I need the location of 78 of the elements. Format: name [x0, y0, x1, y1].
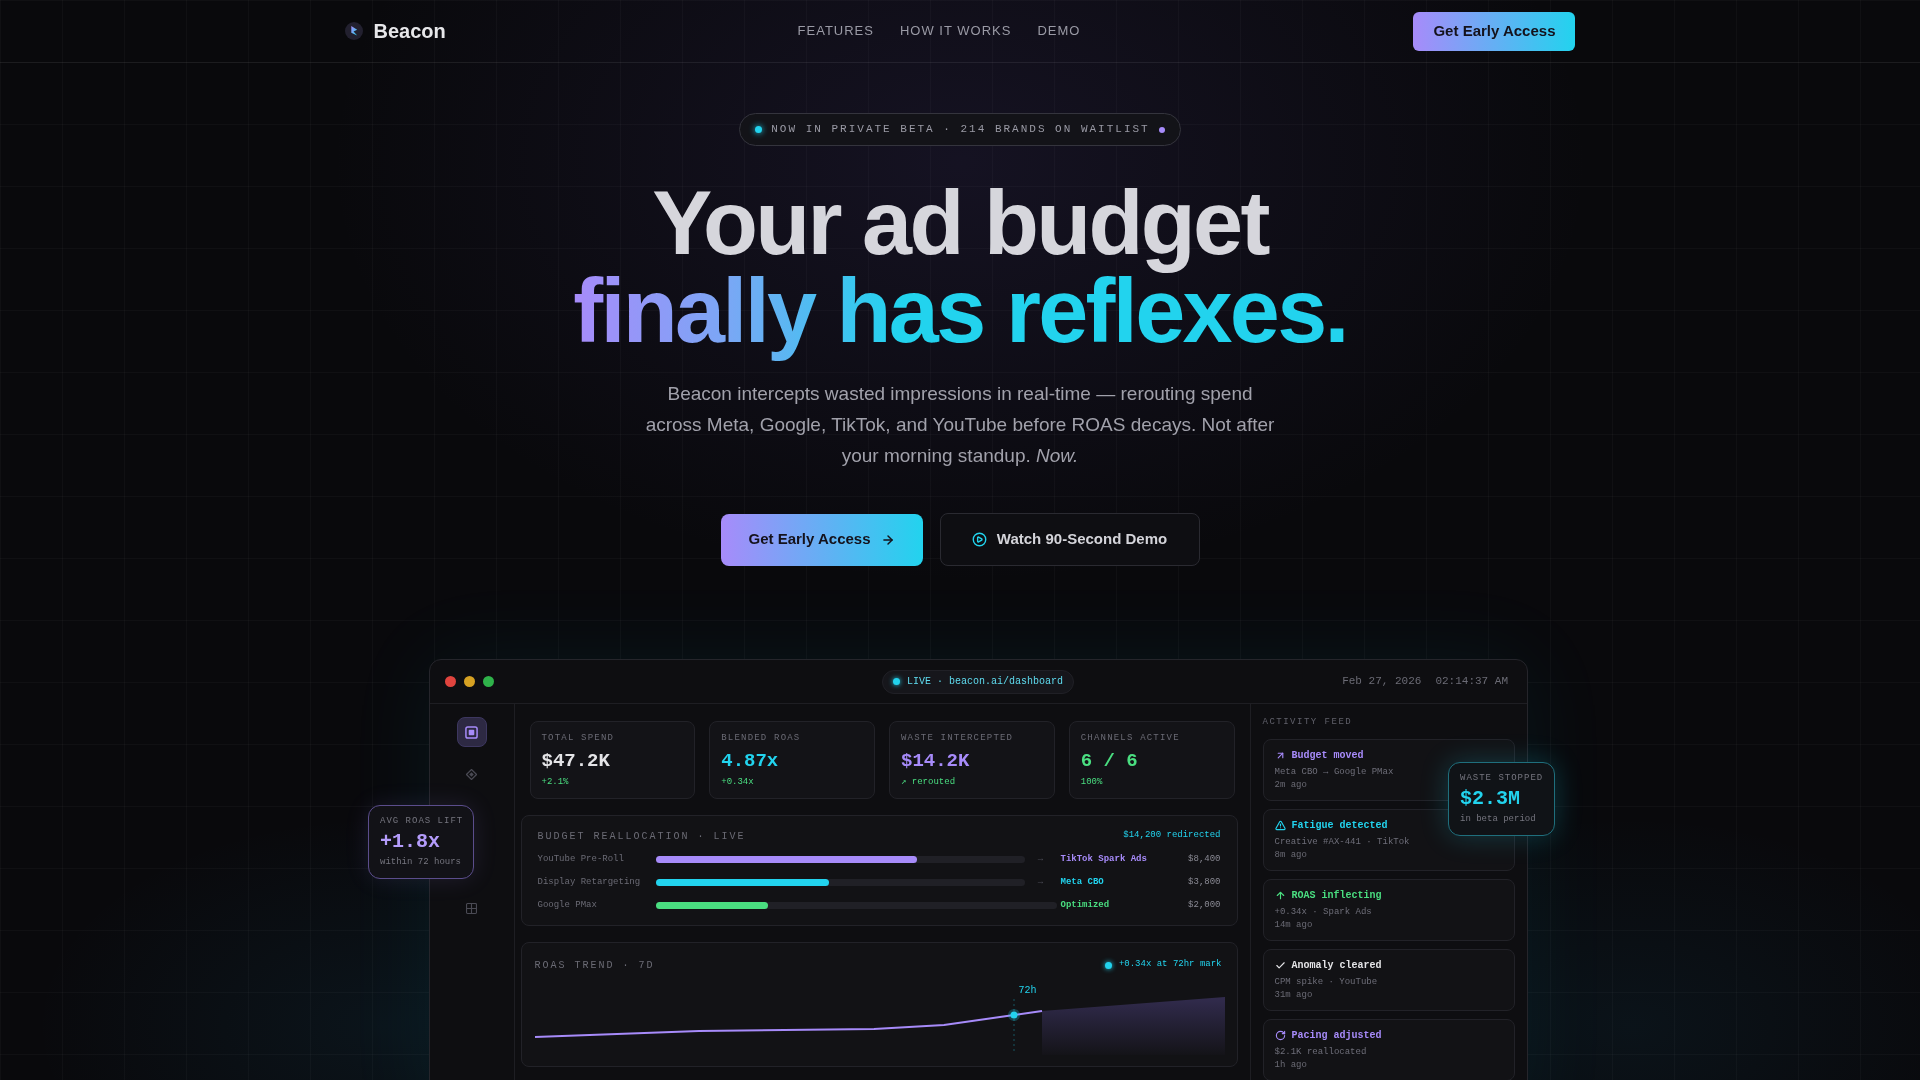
- warning-icon: [1274, 819, 1286, 831]
- square-icon: [465, 725, 479, 739]
- metric-value: 4.87x: [721, 750, 780, 772]
- sidebar-tab[interactable]: [456, 717, 487, 747]
- window-control-icon[interactable]: [445, 676, 456, 687]
- hero-subtitle: Beacon intercepts wasted impressions in real-time — rerouting spend across Meta, Google, TikTok, and YouTube before ROAS decays. Not after your morning standup. Now.: [644, 382, 1276, 468]
- metric-value: 6 / 6: [1080, 750, 1139, 772]
- rotate-icon: [1274, 1029, 1286, 1041]
- activity-detail: CPM spike · YouTube: [1274, 975, 1378, 988]
- logo-icon: [344, 22, 363, 40]
- arrow-icon: →: [1024, 875, 1057, 890]
- metric-change: 100%: [1080, 777, 1104, 788]
- window-control-icon[interactable]: [483, 676, 494, 687]
- metric-change: +2.1%: [541, 777, 570, 788]
- reallocated-amount: $3,800: [1187, 875, 1221, 889]
- headline-highlight: finally has reflexes.: [573, 274, 1347, 362]
- metric-label: CHANNELS ACTIVE: [1080, 732, 1181, 744]
- source-channel: YouTube Pre-Roll: [537, 852, 625, 866]
- metric-change: +0.34x: [721, 777, 755, 788]
- feed-title: ACTIVITY FEED: [1262, 716, 1353, 729]
- card-caption: in beta period: [1460, 813, 1537, 825]
- source-channel: Display Retargeting: [537, 875, 642, 889]
- metric-value: $14.2K: [901, 750, 971, 772]
- activity-title: Budget moved: [1291, 748, 1364, 762]
- metric-label: TOTAL SPEND: [541, 732, 616, 744]
- reallocated-amount: $2,000: [1187, 898, 1221, 912]
- activity-time: 8m ago: [1274, 848, 1307, 861]
- reallocated-amount: $8,400: [1187, 852, 1221, 866]
- activity-title: Fatigue detected: [1291, 818, 1388, 832]
- activity-detail: Meta CBO → Google PMax: [1274, 765, 1394, 778]
- nav-link[interactable]: HOW IT WORKS: [899, 21, 1012, 41]
- window-control-icon[interactable]: [464, 676, 475, 687]
- grid-icon: [466, 902, 478, 914]
- watch-demo-button[interactable]: Watch 90-Second Demo: [939, 513, 1200, 566]
- target-channel: Meta CBO: [1060, 875, 1105, 889]
- headline: Your ad budget: [652, 186, 1268, 274]
- card-label: WASTE STOPPED: [1460, 772, 1544, 784]
- activity-title: Anomaly cleared: [1291, 958, 1382, 972]
- diamond-icon: [466, 768, 478, 780]
- card-value: +1.8x: [380, 830, 441, 854]
- arrow-up-icon: [1274, 889, 1286, 901]
- metric-value: $47.2K: [541, 750, 611, 772]
- activity-title: Pacing adjusted: [1291, 1028, 1382, 1042]
- redirected-total: $14,200 redirected: [1123, 829, 1221, 843]
- card-value: $2.3M: [1460, 787, 1521, 811]
- panel-title: ROAS TREND · 7D: [534, 958, 655, 973]
- activity-time: 14m ago: [1274, 918, 1313, 931]
- card-caption: within 72 hours: [380, 856, 462, 868]
- nav-cta-button[interactable]: Get Early Access: [1413, 11, 1576, 51]
- live-url-text: LIVE · beacon.ai/dashboard: [907, 675, 1064, 689]
- activity-time: 1h ago: [1274, 1058, 1307, 1071]
- target-channel: Optimized: [1060, 898, 1111, 912]
- check-icon: [1274, 959, 1286, 971]
- arrow-right-icon: [880, 532, 895, 547]
- card-label: AVG ROAS LIFT: [380, 815, 462, 827]
- brand-name: Beacon: [373, 19, 446, 44]
- metric-change: ↗ rerouted: [901, 777, 957, 788]
- activity-detail: Creative #AX-441 · TikTok: [1274, 835, 1410, 848]
- nav-link[interactable]: DEMO: [1037, 21, 1081, 41]
- target-channel: TikTok Spark Ads: [1060, 852, 1148, 866]
- legend-label: +0.34x at 72hr mark: [1118, 958, 1222, 972]
- activity-title: ROAS inflecting: [1291, 888, 1382, 902]
- source-channel: Google PMax: [537, 898, 598, 912]
- metric-label: BLENDED ROAS: [721, 732, 802, 744]
- time-text: 02:14:37 AM: [1435, 674, 1508, 690]
- play-icon: [971, 532, 987, 547]
- marker-label: 72h: [1018, 985, 1037, 997]
- activity-detail: +0.34x · Spark Ads: [1274, 905, 1372, 918]
- nav-link[interactable]: FEATURES: [797, 21, 874, 41]
- metric-label: WASTE INTERCEPTED: [901, 732, 1015, 744]
- primary-cta-button[interactable]: Get Early Access: [720, 513, 923, 566]
- activity-time: 2m ago: [1274, 778, 1307, 791]
- date-text: Feb 27, 2026: [1342, 674, 1422, 690]
- activity-detail: $2.1K reallocated: [1274, 1045, 1367, 1058]
- activity-time: 31m ago: [1274, 988, 1313, 1001]
- panel-title: BUDGET REALLOCATION · LIVE: [537, 829, 746, 844]
- arrow-icon: →: [1024, 852, 1057, 867]
- beta-text: NOW IN PRIVATE BETA · 214 BRANDS ON WAITLIST: [771, 122, 1150, 138]
